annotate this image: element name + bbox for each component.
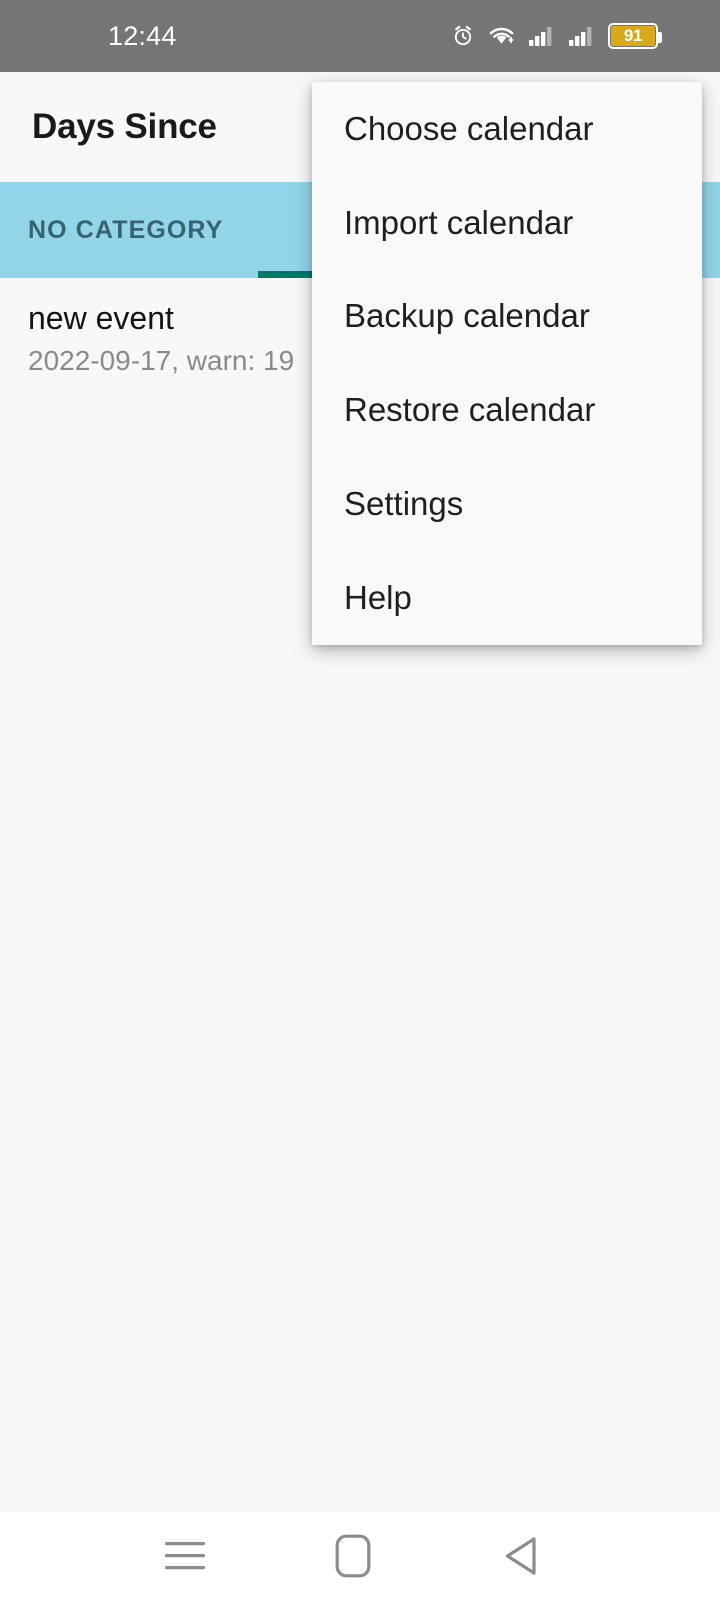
wifi-icon	[488, 24, 515, 48]
nav-home-button[interactable]	[308, 1512, 398, 1600]
page-title: Days Since	[32, 107, 217, 146]
square-icon	[335, 1534, 371, 1578]
status-clock: 12:44	[108, 20, 177, 51]
status-bar: 12:44 91	[0, 0, 720, 72]
menu-item-restore-calendar[interactable]: Restore calendar	[312, 363, 702, 457]
menu-item-choose-calendar[interactable]: Choose calendar	[312, 82, 702, 176]
menu-item-settings[interactable]: Settings	[312, 457, 702, 551]
menu-item-import-calendar[interactable]: Import calendar	[312, 176, 702, 270]
battery-level-label: 91	[623, 26, 643, 45]
signal-icon	[528, 25, 555, 47]
menu-item-backup-calendar[interactable]: Backup calendar	[312, 270, 702, 364]
tab-no-category[interactable]: NO CATEGORY	[0, 182, 263, 278]
alarm-icon	[451, 24, 475, 48]
status-icon-group: 91	[451, 23, 662, 49]
nav-back-button[interactable]	[476, 1512, 566, 1600]
overflow-menu[interactable]: Choose calendar Import calendar Backup c…	[312, 82, 702, 645]
signal-icon	[568, 25, 595, 47]
hamburger-icon	[163, 1539, 207, 1573]
phone-screen: 12:44 91 Days Since NO CATEGORY new even…	[0, 0, 720, 1600]
triangle-left-icon	[501, 1535, 541, 1577]
menu-item-help[interactable]: Help	[312, 551, 702, 645]
tab-second[interactable]	[263, 182, 313, 278]
battery-icon: 91	[608, 23, 662, 49]
nav-recents-button[interactable]	[140, 1512, 230, 1600]
android-nav-bar	[0, 1512, 720, 1600]
